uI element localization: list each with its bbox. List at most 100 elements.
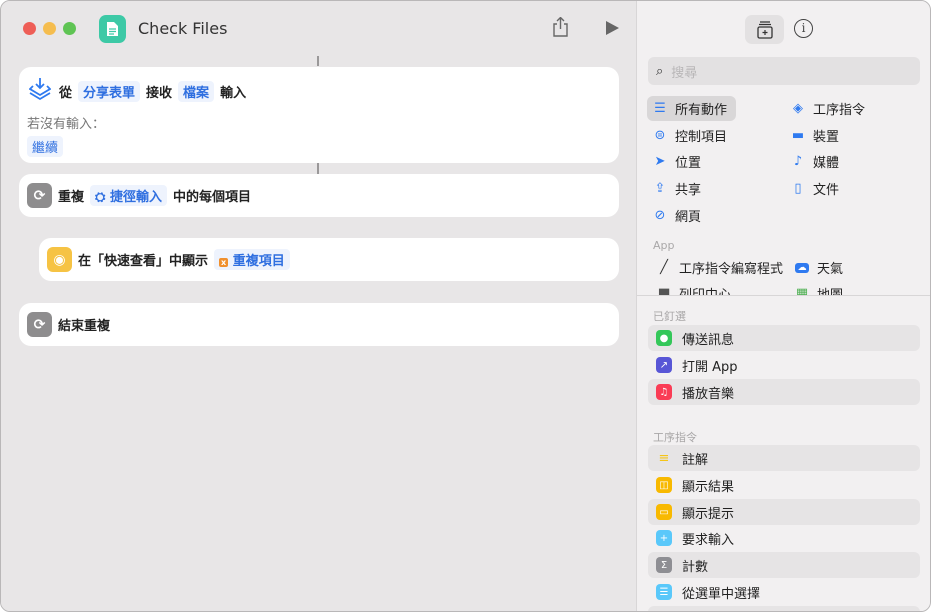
action-text: 在「快速查看」中顯示 [78, 254, 209, 269]
category-label: 位置 [675, 156, 702, 171]
app-label: 天氣 [817, 262, 844, 277]
action-text: 從 [59, 85, 73, 101]
action-show-alert[interactable]: ▭ 顯示提示 [648, 499, 920, 525]
list-item[interactable] [648, 606, 920, 611]
app-shortcuts-editor[interactable]: ╱ 工序指令編寫程式 [651, 255, 789, 280]
window-title: Check Files [138, 19, 228, 38]
close-button[interactable] [23, 22, 36, 35]
repeat-action[interactable]: ⟳ 重複 ⛭ 捷徑輸入 中的每個項目 [19, 174, 619, 217]
category-label: 所有動作 [675, 103, 728, 118]
category-shortcuts[interactable]: ◈ 工序指令 [785, 96, 871, 121]
weather-icon: ☁ [795, 262, 809, 273]
divider [637, 295, 930, 296]
toggle-icon: ⊜ [654, 128, 666, 143]
action-ask-input[interactable]: + 要求輸入 [648, 525, 920, 551]
shortcut-input-token[interactable]: ⛭ 捷徑輸入 [90, 185, 167, 206]
token-label: 重複項目 [232, 254, 285, 269]
download-icon [28, 77, 53, 105]
category-label: 網頁 [675, 210, 702, 225]
alert-icon: ▭ [656, 504, 672, 520]
continue-token[interactable]: 繼續 [27, 136, 64, 157]
comment-icon: ≡ [658, 450, 670, 466]
library-tab[interactable] [745, 15, 784, 44]
category-label: 工序指令 [813, 103, 866, 118]
action-count[interactable]: Σ 計數 [648, 552, 920, 578]
type-token[interactable]: 檔案 [178, 80, 215, 102]
item-label: 顯示提示 [682, 506, 735, 522]
source-token[interactable]: 分享表單 [78, 80, 141, 102]
action-text: 輸入 [220, 85, 247, 101]
category-label: 文件 [813, 183, 840, 198]
category-label: 共享 [675, 183, 702, 198]
category-documents[interactable]: ▯ 文件 [785, 176, 845, 201]
category-label: 媒體 [813, 156, 840, 171]
item-label: 傳送訊息 [682, 332, 735, 348]
category-sharing[interactable]: ⇪ 共享 [647, 176, 707, 201]
category-all-actions[interactable]: ☰ 所有動作 [647, 96, 736, 121]
list-icon: ☰ [654, 101, 666, 116]
receive-input-action[interactable]: 從 分享表單 接收 檔案 輸入 若沒有輸入： 繼續 [19, 67, 619, 163]
minimize-button[interactable] [43, 22, 56, 35]
category-label: 裝置 [813, 130, 840, 145]
action-comment[interactable]: ≡ 註解 [648, 445, 920, 471]
compass-icon: ⊘ [654, 208, 666, 223]
app-list: ╱ 工序指令編寫程式 ☁ 天氣 ▆ 列印中心 ▦ 地圖 [637, 251, 930, 295]
shortcuts-window: Check Files 從 分享表單 接收 檔案 輸入 若沒有輸入： 繼續 ⟳ … [0, 0, 931, 612]
share-icon: ⇪ [654, 181, 666, 196]
repeat-item-token[interactable]: x 重複項目 [214, 249, 290, 270]
category-web[interactable]: ⊘ 網頁 [647, 203, 707, 228]
result-icon: ◫ [656, 477, 672, 493]
map-icon: ▦ [795, 286, 809, 295]
app-label: 地圖 [817, 284, 843, 295]
editor-pane: Check Files 從 分享表單 接收 檔案 輸入 若沒有輸入： 繼續 ⟳ … [1, 1, 636, 611]
app-weather[interactable]: ☁ 天氣 [789, 255, 849, 280]
zoom-button[interactable] [63, 22, 76, 35]
menu-icon: ☰ [656, 584, 672, 600]
printer-icon: ▆ [659, 286, 669, 295]
app-label: 工序指令編寫程式 [679, 262, 784, 277]
pinned-open-app[interactable]: ↗ 打開 App [648, 352, 920, 378]
action-text: 重複 [58, 190, 85, 205]
category-device[interactable]: ▬ 裝置 [785, 123, 845, 148]
token-label: 捷徑輸入 [109, 190, 162, 205]
category-controls[interactable]: ⊜ 控制項目 [647, 123, 733, 148]
ask-icon: + [656, 530, 672, 546]
action-choose-from-menu[interactable]: ☰ 從選單中選擇 [648, 579, 920, 605]
action-show-result[interactable]: ◫ 顯示結果 [648, 472, 920, 498]
pen-icon: ╱ [660, 260, 668, 275]
item-label: 打開 App [682, 359, 738, 375]
location-icon: ➤ [654, 154, 666, 169]
app-maps[interactable]: ▦ 地圖 [789, 281, 849, 295]
action-library: i ⌕ 搜尋 ☰ 所有動作 ◈ 工序指令 ⊜ 控制項目 ▬ 裝置 ➤ 位置 ♪ 媒體 ⇪ 共享… [636, 1, 930, 611]
item-label: 註解 [682, 452, 709, 468]
shortcuts-icon: ◈ [793, 101, 803, 116]
music-note-icon: ♪ [793, 154, 803, 169]
repeat-icon: ⟳ [27, 312, 52, 337]
run-button[interactable] [605, 20, 619, 41]
pinned-send-message[interactable]: ● 傳送訊息 [648, 325, 920, 351]
quick-look-action[interactable]: ◉ 在「快速查看」中顯示 x 重複項目 [39, 238, 619, 281]
app-label: 列印中心 [679, 284, 731, 295]
pinned-play-music[interactable]: ♫ 播放音樂 [648, 379, 920, 405]
info-tab[interactable]: i [794, 19, 813, 38]
section-scripting: 工序指令 [653, 431, 697, 444]
sigma-icon: Σ [656, 557, 672, 573]
app-print-center[interactable]: ▆ 列印中心 [651, 281, 737, 295]
category-label: 控制項目 [675, 130, 728, 145]
message-icon: ● [656, 330, 672, 346]
item-label: 顯示結果 [682, 479, 735, 495]
arrow-icon: ↗ [656, 357, 672, 373]
action-text: 結束重複 [58, 319, 111, 334]
end-repeat-action[interactable]: ⟳ 結束重複 [19, 303, 619, 346]
no-input-label: 若沒有輸入： [27, 117, 106, 132]
category-location[interactable]: ➤ 位置 [647, 149, 707, 174]
action-text: 中的每個項目 [172, 190, 251, 205]
search-icon: ⌕ [656, 63, 664, 79]
search-input[interactable]: ⌕ 搜尋 [648, 57, 920, 85]
section-pinned: 已釘選 [653, 310, 686, 323]
item-label: 播放音樂 [682, 386, 735, 402]
action-text: 接收 [146, 85, 173, 101]
item-label: 從選單中選擇 [682, 586, 761, 602]
share-button[interactable] [552, 16, 569, 42]
category-media[interactable]: ♪ 媒體 [785, 149, 845, 174]
